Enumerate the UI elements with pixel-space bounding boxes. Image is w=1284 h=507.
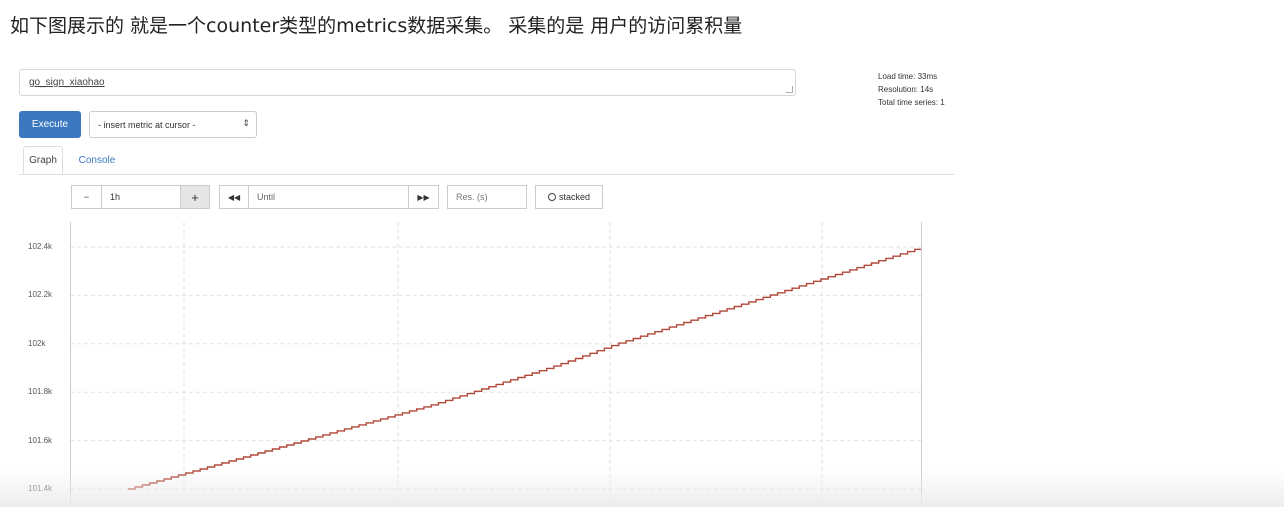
stacked-toggle-button[interactable]: stacked: [535, 185, 603, 209]
caption-text: 如下图展示的 就是一个counter类型的metrics数据采集。 采集的是 用…: [10, 15, 743, 37]
resolution: Resolution: 14s: [878, 85, 934, 94]
y-tick-label: 102k: [28, 338, 46, 348]
tab-graph[interactable]: Graph: [23, 146, 63, 174]
y-tick-label: 102.4k: [28, 242, 53, 251]
rewind-icon[interactable]: ◀◀: [219, 185, 249, 209]
y-tick-label: 101.6k: [28, 435, 53, 445]
select-arrows-icon: ⇕: [242, 118, 250, 128]
expression-value: go_sign_xiaohao: [29, 77, 105, 88]
stacked-label: stacked: [558, 192, 591, 202]
resolution-input[interactable]: Res. (s): [447, 185, 527, 209]
query-stats: Load time: 33ms Resolution: 14s Total ti…: [878, 70, 950, 109]
tab-console[interactable]: Console: [71, 146, 123, 174]
resize-handle-icon[interactable]: [786, 86, 793, 93]
range-input[interactable]: 1h: [101, 185, 181, 209]
execute-button[interactable]: Execute: [19, 111, 81, 138]
load-time: Load time: 33ms: [878, 72, 938, 81]
forward-icon[interactable]: ▶▶: [408, 185, 439, 209]
insert-metric-label: - insert metric at cursor -: [98, 120, 196, 130]
chart-frame: [70, 222, 922, 507]
expression-input[interactable]: go_sign_xiaohao: [19, 69, 796, 96]
tab-bar: Graph Console: [19, 146, 954, 175]
y-tick-label: 101.8k: [28, 387, 53, 397]
insert-metric-select[interactable]: - insert metric at cursor - ⇕: [89, 111, 257, 138]
range-increase-button[interactable]: +: [180, 185, 210, 209]
range-decrease-button[interactable]: −: [71, 185, 102, 209]
circle-icon: [547, 193, 556, 201]
until-input[interactable]: Until: [248, 185, 409, 209]
y-tick-label: 102.2k: [28, 290, 53, 300]
total-time-series: Total time series: 1: [878, 98, 945, 107]
bottom-fade: [0, 468, 1284, 507]
